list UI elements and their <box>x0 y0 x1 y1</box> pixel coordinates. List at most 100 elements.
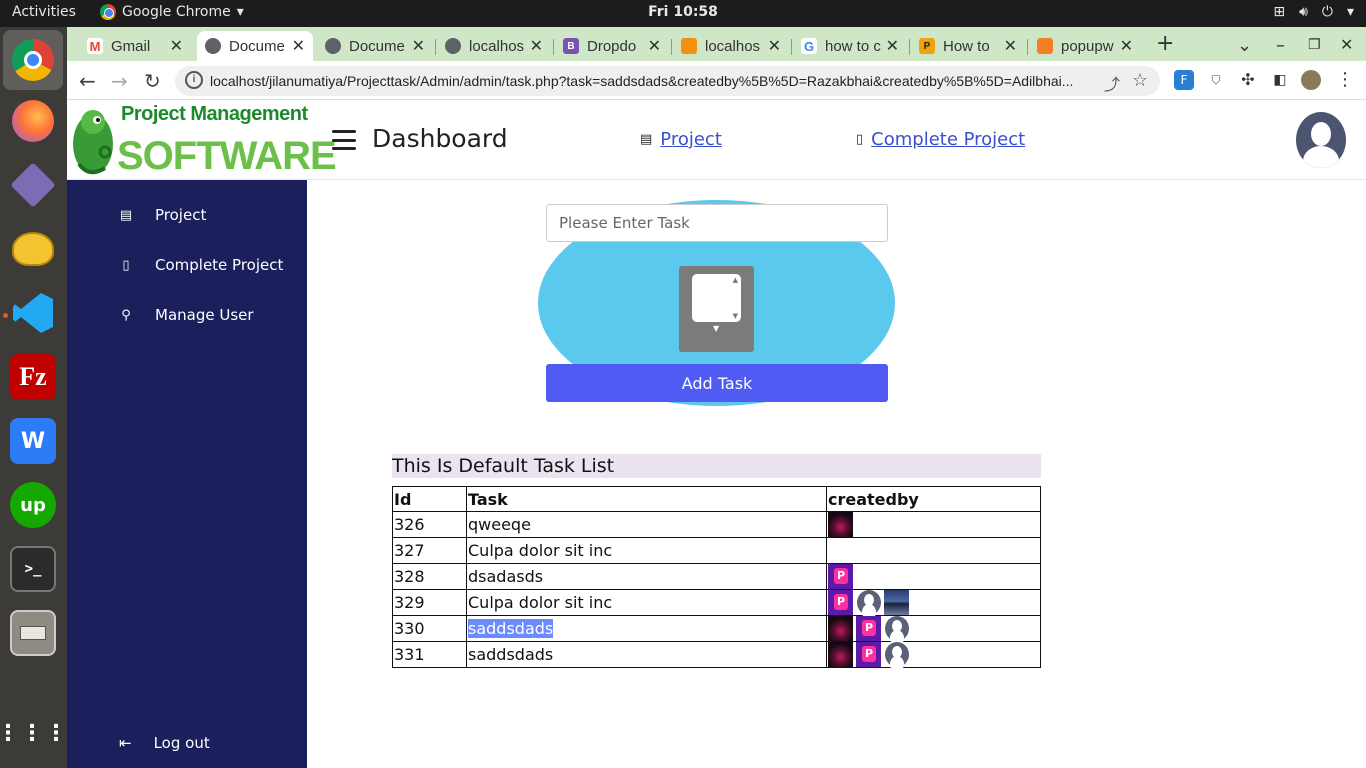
archive-icon: ▤ <box>119 207 133 223</box>
package-icon[interactable] <box>10 162 56 208</box>
tab-popup[interactable]: popupw ✕ <box>1029 31 1141 61</box>
table-row: 330 saddsdads <box>392 615 1041 642</box>
close-icon[interactable]: ✕ <box>530 36 543 56</box>
tab-search-icon[interactable]: ⌄ <box>1237 35 1252 56</box>
bookmark-star-icon[interactable]: ☆ <box>1132 70 1148 91</box>
sidepanel-icon[interactable]: ◧ <box>1270 70 1290 90</box>
creator-avatar <box>828 590 853 615</box>
teapot-icon[interactable] <box>10 226 56 272</box>
sidebar-item-label: Manage User <box>155 306 254 324</box>
profile-avatar-icon[interactable] <box>1301 70 1321 90</box>
globe-icon <box>325 38 341 54</box>
new-tab-icon[interactable]: + <box>1156 31 1174 56</box>
forward-icon[interactable]: → <box>111 69 128 93</box>
wps-icon[interactable]: W <box>10 418 56 464</box>
header-link-project[interactable]: ▤ Project <box>640 129 722 150</box>
cell-id: 328 <box>392 563 467 590</box>
clock[interactable]: Fri 10:58 <box>0 4 1366 20</box>
share-icon[interactable]: ⤴ <box>1104 71 1120 95</box>
extension-shield-icon[interactable]: ⛉ <box>1206 70 1226 90</box>
close-icon[interactable]: ✕ <box>1004 36 1017 56</box>
sidebar-item-complete-project[interactable]: ▯ Complete Project <box>119 256 283 274</box>
logo-title: Project Management <box>121 103 308 125</box>
creator-avatar <box>828 642 853 667</box>
info-icon[interactable]: i <box>185 71 203 89</box>
gmail-icon: M <box>87 38 103 54</box>
task-input[interactable] <box>546 204 888 242</box>
logout-button[interactable]: ⇤ Log out <box>119 734 210 752</box>
logout-label: Log out <box>153 734 210 752</box>
stackoverflow-icon <box>1037 38 1053 54</box>
table-row: 329 Culpa dolor sit inc <box>392 589 1041 616</box>
vscode-icon[interactable] <box>10 290 56 336</box>
tab-separator <box>671 39 672 55</box>
task-text: Culpa dolor sit inc <box>468 593 613 612</box>
upwork-icon[interactable]: up <box>10 482 56 528</box>
firefox-icon[interactable] <box>10 98 56 144</box>
reload-icon[interactable]: ↻ <box>144 69 161 93</box>
header-link-complete-project[interactable]: ▯ Complete Project <box>856 129 1025 150</box>
book-icon: ▯ <box>856 132 864 147</box>
chrome-icon[interactable] <box>3 30 63 90</box>
maximize-icon[interactable]: ❐ <box>1308 37 1321 53</box>
running-indicator <box>3 313 8 318</box>
tab-dropdown[interactable]: B Dropdo ✕ <box>555 31 669 61</box>
system-tray[interactable]: ⊞ 🔊︎ ⏻ ▾ <box>1273 4 1354 20</box>
dock: Fz W up >_ ⋮⋮⋮ <box>0 27 67 768</box>
add-task-button[interactable]: Add Task <box>546 364 888 402</box>
creator-avatar <box>884 590 909 615</box>
creator-avatar <box>856 590 881 615</box>
power-icon: ⏻ <box>1321 4 1333 20</box>
close-window-icon[interactable]: ✕ <box>1340 35 1353 54</box>
globe-icon <box>205 38 221 54</box>
browser-tab-strip: M Gmail ✕ Docume ✕ Docume ✕ localhos ✕ B… <box>67 27 1366 61</box>
app-logo[interactable]: Project Management SOFTWARE <box>67 100 337 180</box>
extension-icon[interactable]: F <box>1174 70 1194 90</box>
filezilla-icon[interactable]: Fz <box>10 354 56 400</box>
back-icon[interactable]: ← <box>79 69 96 93</box>
user-avatar[interactable] <box>1296 112 1346 168</box>
minimize-icon[interactable]: – <box>1276 35 1285 56</box>
task-text: qweeqe <box>468 515 531 534</box>
tab-how-to[interactable]: P How to ✕ <box>911 31 1025 61</box>
terminal-icon[interactable]: >_ <box>10 546 56 592</box>
logout-icon: ⇤ <box>119 734 132 752</box>
files-icon[interactable] <box>10 610 56 656</box>
cell-createdby <box>826 589 1041 616</box>
apps-grid-icon[interactable]: ⋮⋮⋮ <box>0 710 67 756</box>
close-icon[interactable]: ✕ <box>1120 36 1133 56</box>
tab-document-active[interactable]: Docume ✕ <box>197 31 313 61</box>
kebab-menu-icon[interactable]: ⋮ <box>1335 70 1355 90</box>
close-icon[interactable]: ✕ <box>648 36 661 56</box>
close-icon[interactable]: ✕ <box>886 36 899 56</box>
hamburger-menu-icon[interactable] <box>332 130 356 150</box>
createdby-multiselect[interactable]: ▲ ▼ ▼ <box>679 266 754 352</box>
close-icon[interactable]: ✕ <box>412 36 425 56</box>
cell-id: 331 <box>392 641 467 668</box>
sidebar-item-project[interactable]: ▤ Project <box>119 206 206 224</box>
bootstrap-icon: B <box>563 38 579 54</box>
address-bar[interactable]: i localhost/jilanumatiya/Projecttask/Adm… <box>175 66 1160 96</box>
puzzle-icon[interactable]: ✣ <box>1238 70 1258 90</box>
url-text[interactable]: localhost/jilanumatiya/Projecttask/Admin… <box>210 73 1090 89</box>
scroll-down-icon[interactable]: ▼ <box>733 312 738 320</box>
cell-createdby <box>826 537 1041 564</box>
tab-phpmyadmin[interactable]: localhos ✕ <box>673 31 789 61</box>
book-icon: ▯ <box>122 257 130 273</box>
tab-google-search[interactable]: G how to c ✕ <box>793 31 907 61</box>
close-icon[interactable]: ✕ <box>768 36 781 56</box>
cell-createdby <box>826 615 1041 642</box>
tab-document[interactable]: Docume ✕ <box>317 31 433 61</box>
close-icon[interactable]: ✕ <box>170 36 183 56</box>
scroll-up-icon[interactable]: ▲ <box>733 276 738 284</box>
tab-localhost[interactable]: localhos ✕ <box>437 31 551 61</box>
browser-toolbar: ← → ↻ i localhost/jilanumatiya/Projectta… <box>67 61 1366 100</box>
chameleon-logo-icon <box>73 110 113 175</box>
createdby-list[interactable]: ▲ ▼ <box>692 274 741 322</box>
chevron-down-icon: ▾ <box>1346 4 1354 20</box>
sidebar-item-manage-user[interactable]: ⚲ Manage User <box>119 306 254 324</box>
tab-gmail[interactable]: M Gmail ✕ <box>79 31 191 61</box>
chevron-down-icon: ▼ <box>713 324 720 333</box>
cell-task: Culpa dolor sit inc <box>466 537 827 564</box>
close-icon[interactable]: ✕ <box>292 36 305 56</box>
